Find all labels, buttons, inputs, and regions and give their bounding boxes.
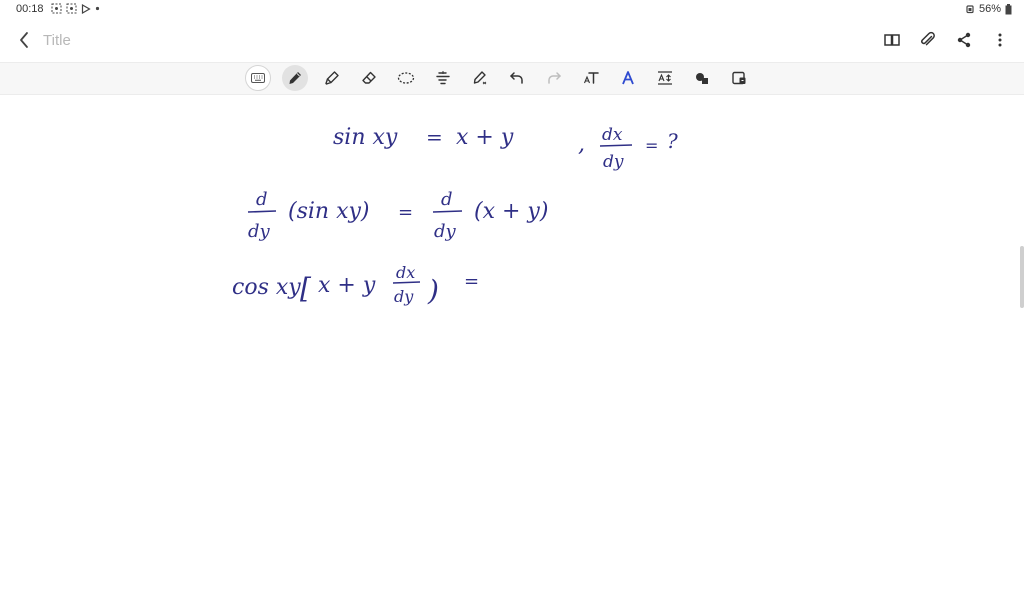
keyboard-icon bbox=[251, 73, 265, 83]
eq1-comma: , bbox=[578, 132, 585, 157]
eq2-d2-den: dy bbox=[434, 221, 457, 242]
dot-icon bbox=[95, 6, 100, 11]
highlighter-tool[interactable] bbox=[319, 65, 345, 91]
attach-button[interactable] bbox=[918, 30, 938, 50]
eq2-frac-bar-1 bbox=[247, 210, 277, 213]
status-notification-icons bbox=[51, 3, 100, 14]
eq2-d2-num: d bbox=[441, 189, 453, 210]
book-view-button[interactable] bbox=[882, 30, 902, 50]
text-size-tool[interactable] bbox=[652, 65, 678, 91]
eq3-inner: x + y bbox=[318, 273, 376, 298]
share-icon bbox=[957, 32, 971, 48]
share-button[interactable] bbox=[954, 30, 974, 50]
pen-toolbar bbox=[0, 62, 1024, 95]
undo-icon bbox=[510, 72, 523, 84]
highlighter-icon bbox=[325, 71, 339, 85]
eq1-frac-num: dx bbox=[602, 125, 623, 145]
tool-group bbox=[245, 65, 752, 91]
eq1-rhs: x + y bbox=[456, 125, 514, 150]
image-insert-icon bbox=[732, 71, 746, 85]
eq2-frac-bar-2 bbox=[432, 210, 463, 213]
shapes-tool[interactable] bbox=[689, 65, 715, 91]
text-size-icon bbox=[658, 71, 672, 85]
note-app-screen: 00:18 56% Title sin xy = x + y , dx dy =… bbox=[0, 0, 1024, 614]
eq2-lhs: (sin xy) bbox=[288, 199, 370, 224]
text-align-icon bbox=[436, 71, 450, 85]
eq1-equals: = bbox=[426, 125, 443, 149]
redo-button[interactable] bbox=[541, 65, 567, 91]
shapes-icon bbox=[696, 73, 708, 84]
eq3-frac-num: dx bbox=[396, 263, 415, 282]
handwriting-tool[interactable] bbox=[615, 65, 641, 91]
pen-settings-tool[interactable] bbox=[467, 65, 493, 91]
eraser-tool[interactable] bbox=[356, 65, 382, 91]
text-tool-icon bbox=[583, 72, 599, 84]
back-button[interactable] bbox=[14, 30, 34, 50]
more-vertical-icon bbox=[998, 33, 1002, 47]
eq3-bracket-close: ) bbox=[427, 274, 439, 307]
status-time: 00:18 bbox=[16, 3, 44, 15]
text-align-tool[interactable] bbox=[430, 65, 456, 91]
eq2-rhs: (x + y) bbox=[474, 199, 548, 224]
eq1-frac-den: dy bbox=[603, 152, 624, 172]
eq3-bracket-open: [ bbox=[300, 272, 312, 305]
lasso-tool[interactable] bbox=[393, 65, 419, 91]
eq1-equals-2: = bbox=[645, 136, 658, 155]
note-canvas[interactable]: sin xy = x + y , dx dy = ? d dy (sin xy)… bbox=[0, 94, 1024, 614]
eq2-equals: = bbox=[398, 202, 413, 223]
pen-tool[interactable] bbox=[282, 65, 308, 91]
alarm-icon bbox=[966, 5, 974, 14]
status-right: 56% bbox=[965, 3, 1012, 15]
battery-icon bbox=[1005, 3, 1012, 14]
eq3-frac-den: dy bbox=[394, 287, 414, 306]
eq1-lhs: sin xy bbox=[333, 125, 398, 150]
eq1-question: ? bbox=[667, 129, 678, 153]
title-bar: Title bbox=[0, 24, 1024, 58]
note-title[interactable]: Title bbox=[43, 32, 71, 49]
paperclip-icon bbox=[921, 31, 935, 46]
handwritten-ink: sin xy = x + y , dx dy = ? d dy (sin xy)… bbox=[232, 125, 678, 307]
image-insert-tool[interactable] bbox=[726, 65, 752, 91]
pen-settings-icon bbox=[473, 71, 487, 85]
eq2-d-num: d bbox=[256, 189, 268, 210]
handwriting-icon bbox=[622, 71, 634, 85]
more-options-button[interactable] bbox=[990, 30, 1010, 50]
eq1-frac-bar bbox=[599, 144, 633, 147]
eraser-icon bbox=[362, 71, 376, 84]
chevron-left-icon bbox=[20, 32, 28, 48]
eq2-d-den: dy bbox=[248, 221, 271, 242]
screenshot-icon bbox=[51, 3, 62, 14]
undo-button[interactable] bbox=[504, 65, 530, 91]
lasso-icon bbox=[397, 72, 415, 84]
eq3-equals: = bbox=[464, 271, 479, 292]
text-tool[interactable] bbox=[578, 65, 604, 91]
battery-percentage: 56% bbox=[978, 3, 1001, 15]
keyboard-tool[interactable] bbox=[245, 65, 271, 91]
pen-icon bbox=[289, 72, 301, 84]
title-actions bbox=[882, 30, 1010, 50]
status-bar: 00:18 56% bbox=[0, 0, 1024, 20]
eq3-frac-bar bbox=[392, 281, 421, 284]
screenshot-icon bbox=[66, 3, 77, 14]
play-store-icon bbox=[81, 3, 91, 14]
book-open-icon bbox=[884, 34, 900, 46]
eq3-cos: cos xy bbox=[232, 275, 301, 300]
redo-icon bbox=[548, 72, 561, 84]
